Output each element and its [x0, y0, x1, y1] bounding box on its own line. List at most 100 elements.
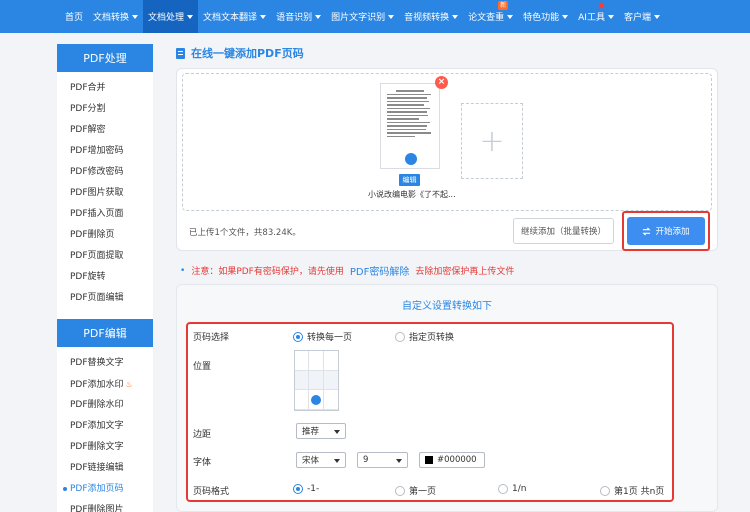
sidebar-item[interactable]: PDF解密: [70, 120, 153, 141]
position-middle-left[interactable]: [295, 370, 310, 391]
radio-label: 1/n: [512, 484, 527, 494]
sidebar-item[interactable]: PDF增加密码: [70, 141, 153, 162]
caret-down-icon: [187, 14, 194, 19]
settings-title: 自定义设置转换如下: [402, 301, 492, 312]
sidebar-item-label: PDF添加文字: [70, 421, 124, 431]
settings-highlight: [186, 322, 674, 502]
sidebar-item-label: PDF替换文字: [70, 358, 124, 368]
password-remove-link[interactable]: PDF密码解除: [350, 263, 409, 278]
nav-label: 特色功能: [523, 13, 560, 23]
caret-down-icon: [607, 14, 614, 19]
nav-item[interactable]: 论文查重 新: [463, 0, 518, 33]
radio-format-dash[interactable]: -1-: [293, 484, 319, 494]
margin-value: 推荐: [302, 427, 320, 437]
add-file-button[interactable]: +: [461, 103, 523, 179]
sidebar-item-label: PDF解密: [70, 125, 106, 135]
remove-file-icon[interactable]: ×: [435, 76, 448, 89]
nav-label: 文档转换: [93, 13, 130, 23]
sidebar-item[interactable]: PDF替换文字: [70, 353, 153, 374]
sidebar-item[interactable]: PDF删除水印: [70, 395, 153, 416]
font-color-input[interactable]: #000000: [419, 452, 485, 468]
nav-item[interactable]: 语音识别: [271, 0, 326, 33]
sidebar-item[interactable]: PDF页面提取: [70, 246, 153, 267]
chevron-down-icon: [396, 459, 402, 463]
margin-label: 边距: [193, 430, 212, 440]
nav-item[interactable]: 音视频转换: [399, 0, 463, 33]
caret-down-icon: [132, 14, 139, 19]
selected-position-icon: [310, 394, 321, 405]
sidebar-item-label: PDF删除图片: [70, 505, 124, 512]
radio-format-chinese[interactable]: 第一页: [395, 484, 436, 497]
page-select-label: 页码选择: [193, 333, 230, 343]
sidebar-section-title: PDF编辑: [57, 319, 153, 347]
sidebar-item[interactable]: PDF添加页码: [63, 479, 153, 500]
caret-down-icon: [507, 14, 514, 19]
sidebar-item-label: PDF合并: [70, 83, 106, 93]
radio-off-icon: [395, 331, 405, 342]
nav-item[interactable]: 图片文字识别: [326, 0, 399, 33]
sidebar-item[interactable]: PDF旋转: [70, 267, 153, 288]
nav-item[interactable]: 首页: [60, 0, 88, 33]
password-notice: • 注意：如果PDF有密码保护，请先使用 PDF密码解除 去除加密保护再上传文件: [180, 263, 514, 279]
font-size-value: 9: [363, 455, 369, 465]
continue-add-button[interactable]: 继续添加（批量转换）: [513, 218, 614, 244]
upload-status: 已上传1个文件，共83.24K。: [189, 228, 301, 238]
sidebar-item[interactable]: PDF添加水印 ♨: [70, 374, 153, 395]
nav-label: 文档处理: [148, 13, 185, 23]
edit-file-button[interactable]: 编辑: [399, 174, 420, 186]
radio-format-page-of-total[interactable]: 第1页 共n页: [600, 484, 664, 497]
nav-label: 语音识别: [276, 13, 313, 23]
nav-item[interactable]: AI工具 ▲: [573, 0, 619, 33]
nav-item[interactable]: 特色功能: [518, 0, 573, 33]
margin-select[interactable]: 推荐: [296, 423, 346, 439]
sidebar-item[interactable]: PDF删除图片: [70, 500, 153, 512]
position-top-left[interactable]: [295, 351, 310, 371]
active-dot-icon: [63, 486, 67, 491]
position-top-center[interactable]: [309, 351, 324, 371]
start-add-label: 开始添加: [655, 227, 690, 237]
flame-icon: ♨: [125, 380, 133, 389]
sidebar-item[interactable]: PDF插入页面: [70, 204, 153, 225]
nav-item[interactable]: 文档处理: [143, 0, 199, 33]
position-label: 位置: [193, 362, 212, 372]
sidebar-item-label: PDF增加密码: [70, 146, 124, 156]
radio-label: 第一页: [409, 487, 437, 497]
position-middle-right[interactable]: [323, 370, 338, 391]
bullet-icon: •: [180, 265, 186, 276]
sidebar-item-label: PDF删除水印: [70, 400, 124, 410]
sidebar-item[interactable]: PDF删除页: [70, 225, 153, 246]
start-add-button[interactable]: 开始添加: [627, 217, 705, 245]
nav-item[interactable]: 文档文本翻译: [198, 0, 271, 33]
nav-item[interactable]: 文档转换: [88, 0, 143, 33]
caret-down-icon: [452, 14, 459, 19]
nav-label: 客户端: [623, 13, 651, 23]
sidebar-item-label: PDF添加页码: [70, 484, 124, 494]
sidebar-item[interactable]: PDF链接编辑: [70, 458, 153, 479]
radio-convert-every-page[interactable]: 转换每一页: [293, 330, 352, 343]
position-top-right[interactable]: [323, 351, 338, 371]
position-middle-center[interactable]: [309, 370, 324, 391]
font-family-select[interactable]: 宋体: [296, 452, 346, 468]
sidebar: PDF处理 PDF合并 PDF分割 PDF解密 PDF增加密码 PDF修改密码 PDF图片获…: [57, 44, 153, 512]
sidebar-item[interactable]: PDF添加文字: [70, 416, 153, 437]
radio-format-fraction[interactable]: 1/n: [498, 484, 526, 494]
sidebar-item[interactable]: PDF合并: [70, 78, 153, 99]
nav-item[interactable]: 客户端: [619, 0, 665, 33]
sidebar-item[interactable]: PDF页面编辑: [70, 288, 153, 309]
sidebar-list: PDF合并 PDF分割 PDF解密 PDF增加密码 PDF修改密码 PDF图片获取 PDF插…: [57, 72, 153, 315]
font-size-select[interactable]: 9: [357, 452, 408, 468]
position-bottom-left[interactable]: [295, 390, 310, 410]
position-bottom-right[interactable]: [323, 390, 338, 410]
sidebar-item[interactable]: PDF修改密码: [70, 162, 153, 183]
font-label: 字体: [193, 458, 212, 468]
radio-specific-pages[interactable]: 指定页转换: [395, 330, 454, 343]
nav-label: 文档文本翻译: [203, 13, 258, 23]
sidebar-item[interactable]: PDF图片获取: [70, 183, 153, 204]
radio-on-icon: [293, 484, 303, 494]
caret-down-icon: [260, 14, 267, 19]
sidebar-item-label: PDF修改密码: [70, 167, 124, 177]
sidebar-item[interactable]: PDF分割: [70, 99, 153, 120]
position-bottom-center[interactable]: [309, 390, 324, 410]
font-color-value: #000000: [437, 455, 477, 465]
sidebar-item[interactable]: PDF删除文字: [70, 437, 153, 458]
